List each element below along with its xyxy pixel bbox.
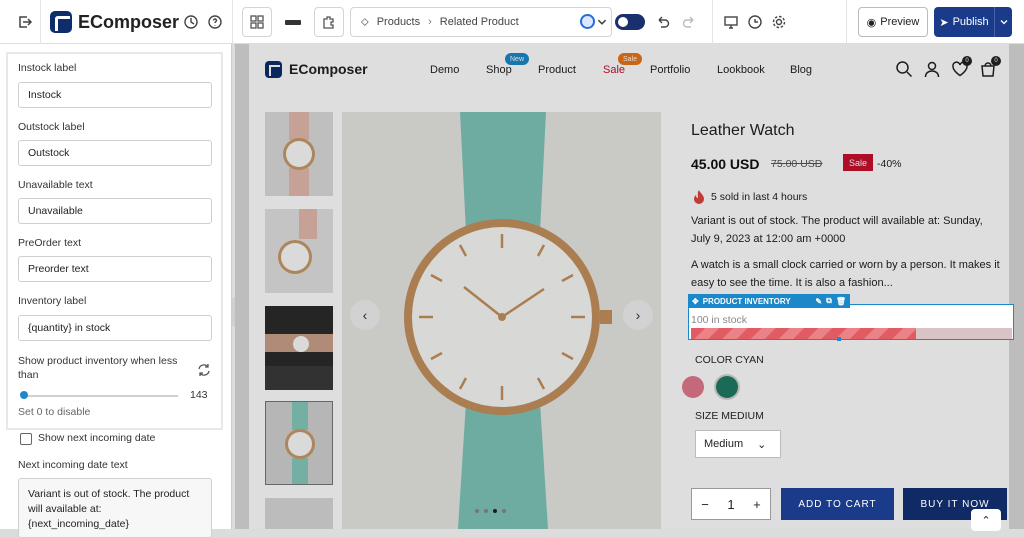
next-date-text-label: Next incoming date text	[18, 459, 128, 471]
field-label: PreOrder text	[18, 237, 82, 249]
slider-hint: Set 0 to disable	[18, 406, 91, 418]
settings-panel	[0, 44, 232, 529]
qty-decrease-button[interactable]: −	[701, 497, 709, 512]
eye-icon: ◉	[866, 16, 877, 29]
redo-icon[interactable]	[678, 11, 700, 33]
instock-label-input[interactable]: Instock	[18, 82, 212, 108]
breadcrumb-item[interactable]: Related Product	[440, 16, 519, 28]
help-icon[interactable]	[204, 11, 226, 33]
qty-value[interactable]: 1	[727, 497, 734, 512]
clock-icon[interactable]	[744, 11, 766, 33]
brand-logo-icon	[50, 11, 72, 33]
color-swatch-teal[interactable]	[716, 376, 738, 398]
show-inventory-label: Show product inventory when less than	[18, 355, 178, 381]
inventory-label-input[interactable]: {quantity} in stock	[18, 315, 212, 341]
field-label: Inventory label	[18, 295, 87, 307]
color-option-label: COLOR CYAN	[695, 354, 764, 366]
chevron-down-icon: ⌄	[757, 438, 767, 451]
next-date-textarea[interactable]: Variant is out of stock. The product wil…	[18, 478, 212, 538]
field-label: Outstock label	[18, 121, 85, 133]
unavailable-text-input[interactable]: Unavailable	[18, 198, 212, 224]
chevron-down-icon[interactable]	[596, 11, 608, 33]
size-select-value: Medium	[704, 438, 744, 450]
tag-icon: ⬦	[361, 15, 369, 28]
publish-button[interactable]: ➤ Publish	[934, 7, 1012, 37]
undo-icon[interactable]	[652, 11, 674, 33]
add-to-cart-button[interactable]: ADD TO CART	[781, 488, 894, 520]
chevron-down-icon[interactable]	[994, 7, 1012, 37]
qty-increase-button[interactable]: +	[753, 497, 761, 512]
gear-icon[interactable]	[768, 11, 790, 33]
scroll-to-top-button[interactable]: ⌃	[971, 509, 1001, 531]
brand-name: EComposer	[78, 12, 180, 32]
elements-icon[interactable]	[278, 7, 308, 37]
inventory-slider-track[interactable]	[22, 395, 178, 397]
page-selector[interactable]: ⬦ Products › Related Product	[350, 7, 612, 37]
chevron-right-icon: ›	[428, 16, 432, 28]
globe-icon[interactable]	[580, 14, 595, 29]
mode-toggle[interactable]	[615, 14, 645, 30]
size-select[interactable]: Medium ⌄	[695, 430, 781, 458]
field-label: Unavailable text	[18, 179, 93, 191]
desktop-icon[interactable]	[720, 11, 742, 33]
top-toolbar: EComposer ⬦ Products › Related Product ◉…	[0, 0, 1024, 44]
preview-button[interactable]: ◉ Preview	[858, 7, 928, 37]
field-label: Instock label	[18, 62, 77, 74]
reset-icon[interactable]	[193, 359, 215, 381]
history-icon[interactable]	[180, 11, 202, 33]
outstock-label-input[interactable]: Outstock	[18, 140, 212, 166]
send-icon: ➤	[939, 16, 949, 29]
slider-value: 143	[190, 389, 208, 401]
size-option-label: SIZE MEDIUM	[695, 410, 764, 422]
inventory-slider-thumb[interactable]	[20, 391, 28, 399]
preorder-text-input[interactable]: Preorder text	[18, 256, 212, 282]
show-next-date-label: Show next incoming date	[38, 432, 156, 444]
publish-label: Publish	[952, 16, 989, 28]
color-swatch-pink[interactable]	[682, 376, 704, 398]
show-next-date-checkbox[interactable]	[20, 433, 32, 445]
breadcrumb-item[interactable]: Products	[377, 16, 420, 28]
apps-puzzle-button[interactable]	[314, 7, 344, 37]
exit-icon[interactable]	[14, 11, 36, 33]
layout-grid-button[interactable]	[242, 7, 272, 37]
quantity-stepper[interactable]: − 1 +	[691, 488, 771, 520]
preview-label: Preview	[880, 16, 920, 28]
